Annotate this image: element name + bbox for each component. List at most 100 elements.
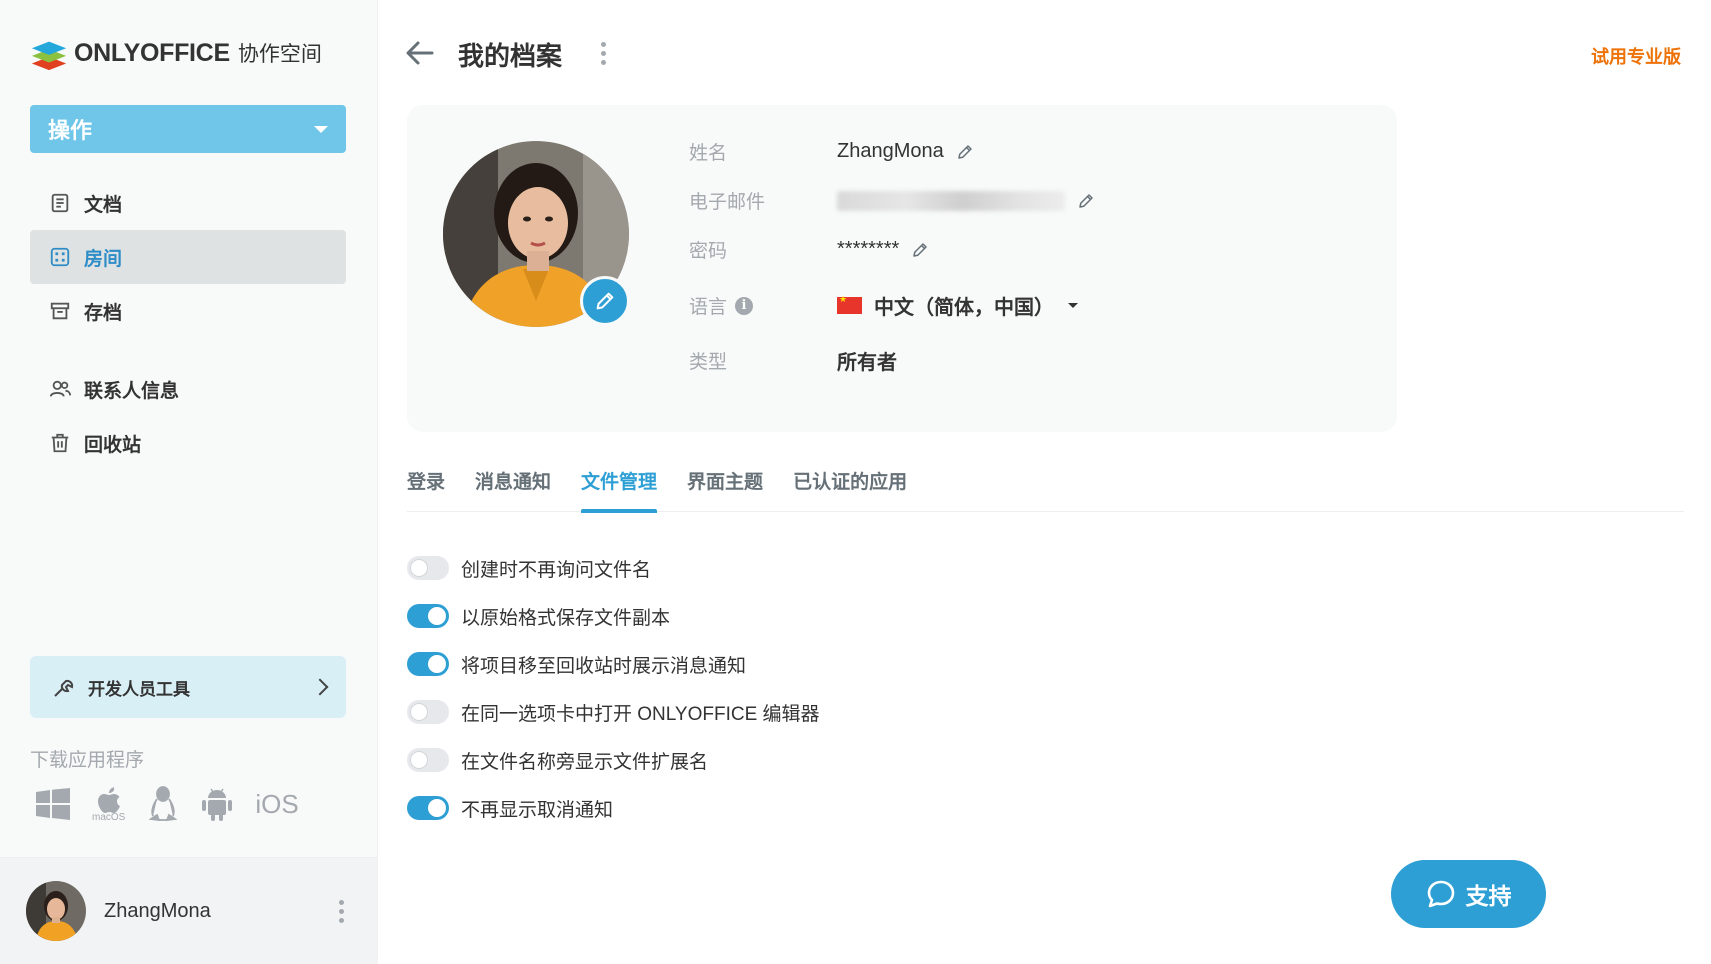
type-row: 类型 所有者 — [689, 346, 897, 375]
developer-tools-button[interactable]: 开发人员工具 — [30, 656, 346, 718]
toggle-switch[interactable] — [407, 796, 449, 820]
support-button[interactable]: 支持 — [1391, 860, 1546, 928]
chevron-down-icon — [314, 125, 328, 133]
setting-row: 在同一选项卡中打开 ONLYOFFICE 编辑器 — [407, 688, 820, 736]
macos-app-link[interactable]: macOS — [92, 786, 125, 823]
developer-tools-label: 开发人员工具 — [88, 679, 190, 699]
user-menu-kebab-icon[interactable] — [335, 896, 348, 927]
setting-label: 将项目移至回收站时展示消息通知 — [461, 655, 747, 677]
avatar-edit-button[interactable] — [580, 276, 630, 326]
avatar[interactable] — [26, 881, 86, 941]
tab-file-management[interactable]: 文件管理 — [581, 470, 658, 513]
sidebar-item-contacts[interactable]: 联系人信息 — [30, 362, 346, 416]
windows-app-link[interactable] — [36, 788, 70, 820]
type-label: 类型 — [689, 352, 728, 373]
back-arrow-icon[interactable] — [404, 38, 436, 73]
sidebar-item-label: 联系人信息 — [84, 380, 180, 402]
contacts-icon — [48, 377, 72, 401]
password-row: 密码 ******** — [689, 236, 929, 263]
app-download-links: macOS iOS — [36, 785, 299, 823]
macos-icon — [97, 786, 120, 813]
user-name: ZhangMona — [104, 899, 211, 922]
file-management-settings: 创建时不再询问文件名 以原始格式保存文件副本 将项目移至回收站时展示消息通知 在… — [407, 544, 820, 832]
trash-icon — [48, 431, 72, 455]
onlyoffice-logo-icon — [31, 41, 67, 71]
sidebar-item-label: 文档 — [84, 194, 123, 216]
info-icon[interactable]: i — [735, 296, 754, 315]
support-label: 支持 — [1465, 883, 1512, 909]
archive-icon — [48, 299, 72, 323]
macos-label: macOS — [92, 811, 126, 823]
actions-label: 操作 — [48, 118, 93, 143]
ios-app-link[interactable]: iOS — [255, 789, 298, 820]
sidebar-item-archive[interactable]: 存档 — [30, 284, 346, 338]
setting-label: 在文件名称旁显示文件扩展名 — [461, 751, 709, 773]
language-select[interactable]: 中文（简体，中国） — [837, 291, 1078, 320]
edit-name-pencil-icon[interactable] — [956, 143, 974, 161]
toggle-switch[interactable] — [407, 556, 449, 580]
tab-login[interactable]: 登录 — [407, 470, 445, 512]
language-row: 语言 i 中文（简体，中国） — [689, 291, 1078, 320]
logo-text: ONLYOFFICE — [74, 38, 230, 67]
profile-card: 姓名 ZhangMona 电子邮件 密码 ******** 语言 i 中文（简体，… — [407, 105, 1397, 432]
sidebar-item-documents[interactable]: 文档 — [30, 176, 346, 230]
edit-password-pencil-icon[interactable] — [911, 241, 929, 259]
linux-app-link[interactable] — [147, 785, 179, 823]
tab-authorized-apps[interactable]: 已认证的应用 — [793, 470, 907, 512]
page-title: 我的档案 — [458, 41, 563, 71]
setting-row: 将项目移至回收站时展示消息通知 — [407, 640, 820, 688]
ios-icon: iOS — [255, 788, 299, 819]
android-icon — [202, 788, 233, 821]
email-row: 电子邮件 — [689, 187, 1095, 214]
sidebar-item-rooms[interactable]: 房间 — [30, 230, 346, 284]
pencil-icon — [596, 292, 614, 310]
email-redacted — [837, 190, 1065, 211]
tab-notifications[interactable]: 消息通知 — [475, 470, 551, 512]
chevron-right-icon — [311, 678, 329, 696]
setting-row: 不再显示取消通知 — [407, 784, 820, 832]
setting-row: 创建时不再询问文件名 — [407, 544, 820, 592]
sidebar-item-label: 房间 — [84, 248, 123, 270]
page-menu-kebab-icon[interactable] — [597, 38, 610, 69]
wrench-icon — [54, 679, 74, 697]
profile-tabs: 登录 消息通知 文件管理 界面主题 已认证的应用 — [407, 470, 1684, 513]
app-logo[interactable]: ONLYOFFICE 协作空间 — [30, 34, 322, 72]
chat-bubble-icon — [1427, 880, 1454, 908]
chevron-down-icon — [1068, 303, 1078, 308]
toggle-switch[interactable] — [407, 652, 449, 676]
edit-email-pencil-icon[interactable] — [1077, 192, 1095, 210]
trial-pro-link[interactable]: 试用专业版 — [1591, 43, 1681, 69]
user-bar: ZhangMona — [0, 857, 378, 964]
sidebar: ONLYOFFICE 协作空间 操作 文档 房间 存档 联系人信息 回收站 开发… — [0, 0, 378, 964]
android-app-link[interactable] — [201, 786, 233, 822]
toggle-switch[interactable] — [407, 604, 449, 628]
setting-label: 创建时不再询问文件名 — [461, 559, 652, 581]
windows-icon — [36, 788, 70, 820]
sidebar-item-trash[interactable]: 回收站 — [30, 416, 346, 470]
download-apps-label: 下载应用程序 — [30, 750, 145, 771]
name-text: ZhangMona — [837, 140, 944, 162]
linux-icon — [148, 786, 178, 822]
email-label: 电子邮件 — [689, 192, 766, 213]
language-label-wrap: 语言 i — [689, 292, 837, 319]
password-label: 密码 — [689, 241, 728, 262]
china-flag-icon — [837, 294, 862, 314]
name-label: 姓名 — [689, 143, 728, 164]
setting-label: 不再显示取消通知 — [461, 799, 614, 821]
name-value: ZhangMona — [837, 140, 974, 163]
sidebar-item-label: 存档 — [84, 302, 123, 324]
sidebar-nav: 文档 房间 存档 联系人信息 回收站 — [30, 176, 346, 470]
toggle-switch[interactable] — [407, 748, 449, 772]
password-text: ******** — [837, 238, 900, 260]
setting-row: 在文件名称旁显示文件扩展名 — [407, 736, 820, 784]
type-value: 所有者 — [837, 352, 897, 374]
tab-interface-theme[interactable]: 界面主题 — [687, 470, 763, 512]
document-icon — [48, 191, 72, 215]
setting-label: 在同一选项卡中打开 ONLYOFFICE 编辑器 — [461, 703, 820, 725]
name-row: 姓名 ZhangMona — [689, 138, 974, 165]
logo-subtitle: 协作空间 — [237, 43, 322, 66]
toggle-switch[interactable] — [407, 700, 449, 724]
sidebar-item-label: 回收站 — [84, 434, 142, 456]
actions-button[interactable]: 操作 — [30, 105, 346, 153]
language-value: 中文（简体，中国） — [874, 297, 1054, 319]
